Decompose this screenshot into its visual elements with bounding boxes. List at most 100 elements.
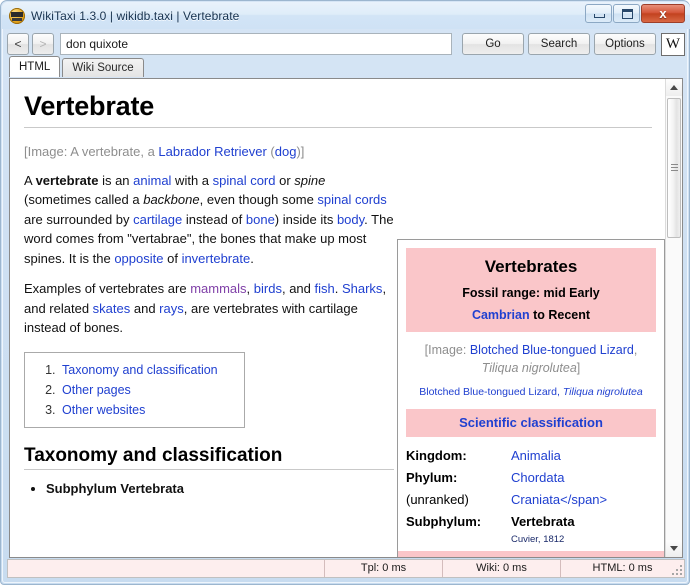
p2-t6: and: [130, 300, 160, 316]
toc-link-other-pages[interactable]: Other pages: [62, 383, 131, 397]
application-window: WikiTaxi 1.3.0 | wikidb.taxi | Vertebrat…: [0, 0, 690, 585]
infobox-fossil-tail: to Recent: [529, 308, 591, 322]
p2-t2: ,: [246, 281, 254, 296]
taxon-value-phylum[interactable]: Chordata: [511, 467, 656, 489]
vertical-scrollbar[interactable]: [665, 79, 682, 557]
list-item: Other websites: [59, 400, 218, 420]
taxon-value-kingdom[interactable]: Animalia: [511, 445, 656, 467]
p2-t4: .: [334, 281, 342, 296]
paragraph-definition: A vertebrate is an animal with a spinal …: [24, 171, 394, 269]
table-row: Kingdom: Animalia: [406, 445, 656, 467]
img-ph-suffix: )]: [296, 144, 305, 159]
page-title: Vertebrate: [24, 91, 652, 128]
link-blotched-blue-tongued-lizard[interactable]: Blotched Blue-tongued Lizard: [470, 343, 634, 357]
infobox-title: Vertebrates: [484, 257, 578, 276]
link-spinal-cords[interactable]: spinal cords: [317, 192, 386, 207]
link-fish[interactable]: fish: [315, 281, 335, 296]
table-row: Subphylum: Vertebrata: [406, 511, 656, 533]
maximize-button[interactable]: [613, 4, 640, 23]
p1-t7: are surrounded by: [24, 211, 134, 227]
taxon-rank-subphylum: Subphylum:: [406, 514, 482, 529]
article-body: [Image: A vertebrate, a Labrador Retriev…: [24, 134, 394, 499]
p1-t8: instead of: [182, 211, 246, 227]
p1-t11: of: [163, 250, 182, 266]
link-body[interactable]: body: [337, 212, 364, 227]
infobox-header: Vertebrates Fossil range: mid Early Camb…: [406, 248, 656, 332]
image-placeholder-binomial: Tiliqua nigrolutea: [481, 361, 577, 375]
image-placeholder-comma: ,: [633, 343, 638, 357]
search-input[interactable]: don quixote: [60, 33, 452, 55]
link-spinal-cord[interactable]: spinal cord: [213, 173, 276, 188]
taxon-value-unranked[interactable]: Craniata</span>: [511, 489, 656, 511]
toc-list: Taxonomy and classification Other pages …: [37, 360, 218, 420]
caption-link-lizard[interactable]: Blotched Blue-tongued Lizard: [419, 386, 557, 398]
term-vertebrate: vertebrate: [35, 172, 99, 188]
link-bone[interactable]: bone: [246, 212, 275, 227]
scroll-up-button[interactable]: [666, 79, 682, 96]
toc-link-other-websites[interactable]: Other websites: [62, 403, 145, 417]
scrollbar-thumb[interactable]: [667, 98, 681, 238]
go-button[interactable]: Go: [462, 33, 524, 55]
list-item: Other pages: [59, 380, 218, 400]
link-birds[interactable]: birds: [254, 281, 282, 296]
caption-binomial: Tiliqua nigrolutea: [562, 386, 643, 398]
chevron-down-icon: [670, 546, 678, 551]
link-animal[interactable]: animal: [133, 173, 171, 188]
link-dog[interactable]: dog: [275, 144, 297, 159]
paragraph-examples: Examples of vertebrates are mammals, bir…: [24, 279, 394, 338]
img-ph-mid: (: [266, 144, 275, 159]
toc-link-taxonomy[interactable]: Taxonomy and classification: [62, 363, 218, 377]
scroll-down-button[interactable]: [666, 540, 682, 557]
link-rays[interactable]: rays: [159, 301, 184, 316]
article-image-placeholder: [Image: A vertebrate, a Labrador Retriev…: [24, 142, 394, 162]
maximize-icon: [622, 9, 633, 19]
p1-t3: with a: [171, 172, 213, 188]
forward-button[interactable]: >: [32, 33, 54, 55]
p2-t3: , and: [281, 281, 315, 296]
taxon-rank-phylum: Phylum:: [406, 470, 458, 485]
taxonomy-bullet-list: Subphylum Vertebrata: [24, 479, 394, 499]
scrollbar-grip-icon: [671, 164, 678, 171]
link-mammals[interactable]: mammals: [190, 281, 246, 296]
wikitaxi-logo-icon: [9, 7, 25, 24]
taxon-authority: Cuvier, 1812: [511, 534, 565, 545]
taxonomy-table: Kingdom: Animalia Phylum: Chordata (unra…: [406, 445, 656, 533]
taxonomy-infobox: Vertebrates Fossil range: mid Early Camb…: [397, 239, 665, 557]
image-placeholder-suffix: ]: [576, 361, 581, 375]
resize-grip-icon[interactable]: [671, 564, 682, 575]
p2-t1: Examples of vertebrates are: [24, 281, 191, 296]
link-cartilage[interactable]: cartilage: [133, 212, 182, 227]
infobox-scientific-classification-header: Scientific classification: [406, 409, 656, 437]
minimize-icon: [594, 14, 605, 18]
search-button[interactable]: Search: [528, 33, 590, 55]
p1-t12: .: [250, 250, 254, 266]
wikipedia-button[interactable]: W: [661, 32, 685, 56]
back-button[interactable]: <: [7, 33, 29, 55]
list-item: Subphylum Vertebrata: [46, 479, 394, 499]
link-opposite[interactable]: opposite: [114, 251, 163, 266]
section-heading-taxonomy: Taxonomy and classification: [24, 445, 394, 470]
link-labrador-retriever[interactable]: Labrador Retriever: [158, 144, 266, 159]
p1-t9: ) inside its: [274, 211, 337, 227]
link-sharks[interactable]: Sharks: [342, 281, 382, 296]
taxon-value-subphylum: Vertebrata: [511, 514, 575, 529]
table-row: Phylum: Chordata: [406, 467, 656, 489]
tab-wiki-source[interactable]: Wiki Source: [62, 58, 144, 77]
window-title: WikiTaxi 1.3.0 | wikidb.taxi | Vertebrat…: [31, 8, 240, 23]
view-tabs: HTML Wiki Source: [9, 56, 683, 77]
taxon-rank-unranked: (unranked): [406, 492, 469, 507]
p1-t5: (sometimes called a: [24, 192, 144, 207]
link-invertebrate[interactable]: invertebrate: [182, 251, 251, 266]
p1-t4: or: [275, 172, 295, 188]
article-viewport: Vertebrate Vertebrates Fossil range: mid…: [10, 79, 666, 557]
infobox-caption: Blotched Blue-tongued Lizard, Tiliqua ni…: [410, 385, 652, 400]
options-button[interactable]: Options: [594, 33, 656, 55]
infobox-fossil-range: Fossil range: mid Early: [462, 286, 600, 300]
minimize-button[interactable]: [585, 4, 612, 23]
link-skates[interactable]: skates: [93, 301, 131, 316]
close-button[interactable]: x: [641, 4, 685, 23]
tab-html[interactable]: HTML: [9, 56, 61, 77]
link-cambrian[interactable]: Cambrian: [472, 308, 530, 322]
img-ph-prefix: [Image: A vertebrate, a: [24, 144, 159, 159]
title-bar[interactable]: WikiTaxi 1.3.0 | wikidb.taxi | Vertebrat…: [2, 2, 690, 29]
